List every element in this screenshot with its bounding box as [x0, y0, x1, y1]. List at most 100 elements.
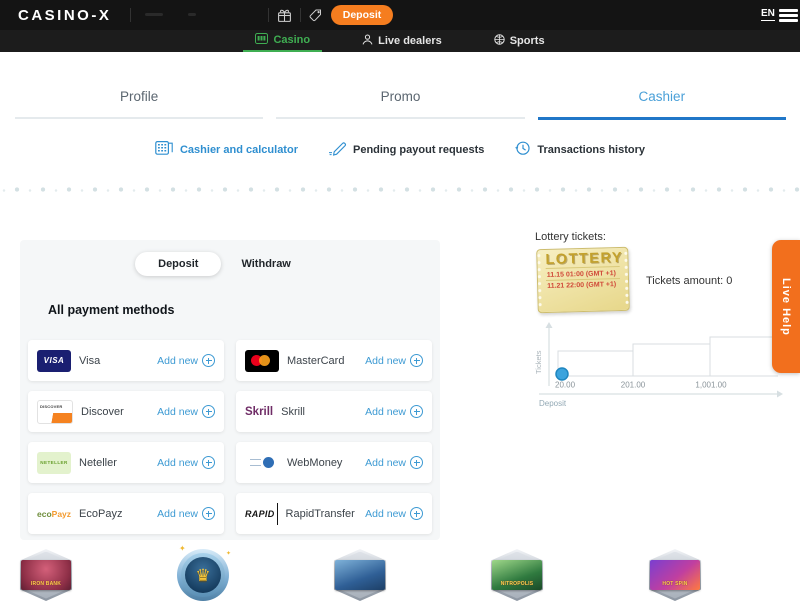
payment-methods-heading: All payment methods [48, 303, 174, 317]
subnav-transactions-history[interactable]: Transactions history [514, 140, 645, 159]
achievement-badge-hot-spin[interactable]: HOT SPIN [649, 549, 701, 601]
add-new-label: Add new [365, 355, 406, 367]
nav-item-casino[interactable]: Casino [243, 30, 322, 52]
plus-circle-icon [202, 456, 215, 469]
plus-circle-icon [410, 507, 423, 520]
payment-method-name: EcoPayz [79, 508, 122, 520]
sparkle-icon: ✦ [226, 551, 231, 557]
menu-hamburger-icon[interactable] [779, 9, 798, 22]
payment-card-webmoney: WebMoney Add new [236, 442, 432, 483]
payment-card-mastercard: MasterCard Add new [236, 340, 432, 381]
plus-circle-icon [410, 456, 423, 469]
payment-methods-panel: Deposit Withdraw All payment methods VIS… [20, 240, 440, 540]
neteller-logo-icon: NETELLER [37, 452, 71, 474]
plus-circle-icon [202, 354, 215, 367]
plus-circle-icon [202, 405, 215, 418]
payment-card-ecopayz: ecoPayz EcoPayz Add new [28, 493, 224, 534]
payment-card-visa: VISA Visa Add new [28, 340, 224, 381]
rapidtransfer-logo-icon: RAPID [245, 503, 278, 525]
webmoney-logo-icon [245, 452, 279, 474]
add-new-label: Add new [365, 406, 406, 418]
toggle-deposit[interactable]: Deposit [135, 252, 221, 276]
subnav-cashier-calculator[interactable]: Cashier and calculator [155, 140, 298, 159]
badge-label: IRON BANK [31, 581, 61, 587]
badge-label: NITROPOLIS [501, 581, 534, 587]
bonus-tag-icon[interactable] [308, 8, 323, 23]
calculator-icon [155, 140, 174, 159]
tab-promo[interactable]: Promo [276, 75, 524, 119]
add-new-label: Add new [157, 457, 198, 469]
casino-x-logo[interactable]: CASINO-X [18, 7, 111, 24]
add-new-link[interactable]: Add new [157, 507, 215, 520]
add-new-link[interactable]: Add new [157, 354, 215, 367]
tickets-amount-text: Tickets amount: 0 [646, 275, 732, 287]
badge-picture: HOT SPIN [650, 560, 700, 590]
tab-profile[interactable]: Profile [15, 75, 263, 119]
language-selector[interactable]: EN [761, 8, 775, 21]
nav-item-sports[interactable]: Sports [482, 30, 557, 52]
tab-cashier[interactable]: Cashier [538, 75, 786, 120]
add-new-label: Add new [157, 406, 198, 418]
cashier-subnav: Cashier and calculator Pending payout re… [0, 140, 800, 159]
live-dealers-person-icon [362, 34, 373, 48]
badge-picture: IRON BANK [21, 560, 71, 590]
payment-card-rapidtransfer: RAPID RapidTransfer Add new [236, 493, 432, 534]
badge-picture: NITROPOLIS [492, 560, 542, 590]
casino-slots-icon [255, 33, 268, 47]
achievement-badge-iron-bank[interactable]: IRON BANK [20, 549, 72, 601]
lottery-ticket-image: LOTTERY 11.15 01:00 (GMT +1) 11.21 22:00… [536, 247, 630, 313]
live-help-tab[interactable]: Live Help [772, 240, 800, 373]
add-new-link[interactable]: Add new [365, 354, 423, 367]
sparkle-icon: ✦ [179, 545, 186, 553]
lottery-ticket-word: LOTTERY [545, 250, 619, 268]
nav-label: Sports [510, 35, 545, 47]
achievement-badge-crown[interactable]: ♛ ✦ ✦ [177, 549, 229, 601]
deposit-button[interactable]: Deposit [331, 5, 393, 25]
add-new-link[interactable]: Add new [365, 405, 423, 418]
badge-picture: ♛ [185, 557, 221, 593]
crown-icon: ♛ [195, 567, 210, 584]
header-divider [300, 8, 301, 22]
x-tick-label: 20.00 [555, 381, 576, 390]
payment-method-name: RapidTransfer [286, 508, 355, 520]
badge-picture [335, 560, 385, 590]
add-new-label: Add new [365, 457, 406, 469]
payment-method-name: MasterCard [287, 355, 344, 367]
sports-ball-icon [494, 34, 505, 48]
visa-logo-icon: VISA [37, 350, 71, 372]
add-new-link[interactable]: Add new [365, 507, 423, 520]
top-bar: CASINO-X Deposit EN [0, 0, 800, 30]
toggle-withdraw[interactable]: Withdraw [227, 252, 304, 276]
tickets-deposit-chart: 20.00 201.00 1,001.00 Deposit Tickets [531, 316, 789, 412]
payment-method-name: WebMoney [287, 457, 342, 469]
badge-label: HOT SPIN [662, 581, 687, 587]
lottery-end-date: 11.21 22:00 (GMT +1) [546, 278, 620, 291]
payment-card-discover: DISCOVER Discover Add new [28, 391, 224, 432]
achievement-badge-warrior[interactable] [334, 549, 386, 601]
pencil-icon [328, 140, 347, 159]
nav-item-live-dealers[interactable]: Live dealers [350, 30, 454, 52]
mastercard-logo-icon [245, 350, 279, 372]
x-tick-label: 201.00 [621, 381, 646, 390]
payment-cards-grid: VISA Visa Add new MasterCard Add new DIS… [28, 340, 432, 534]
add-new-link[interactable]: Add new [157, 456, 215, 469]
live-help-label: Live Help [780, 278, 792, 336]
add-new-link[interactable]: Add new [157, 405, 215, 418]
add-new-label: Add new [157, 508, 198, 520]
add-new-label: Add new [157, 355, 198, 367]
subnav-label: Pending payout requests [353, 144, 484, 156]
current-deposit-point [556, 368, 568, 380]
main-nav: Casino Live dealers Sports [0, 30, 800, 52]
history-clock-icon [514, 140, 531, 159]
subnav-label: Transactions history [537, 144, 645, 156]
payment-method-name: Skrill [281, 406, 305, 418]
add-new-label: Add new [365, 508, 406, 520]
payment-method-name: Discover [81, 406, 124, 418]
subnav-pending-payouts[interactable]: Pending payout requests [328, 140, 484, 159]
ecopayz-logo-icon: ecoPayz [37, 503, 71, 525]
achievement-badge-nitropolis[interactable]: NITROPOLIS [491, 549, 543, 601]
add-new-link[interactable]: Add new [365, 456, 423, 469]
gift-icon[interactable] [277, 8, 292, 23]
lottery-tickets-title: Lottery tickets: [535, 231, 606, 243]
dotted-divider [0, 185, 800, 192]
